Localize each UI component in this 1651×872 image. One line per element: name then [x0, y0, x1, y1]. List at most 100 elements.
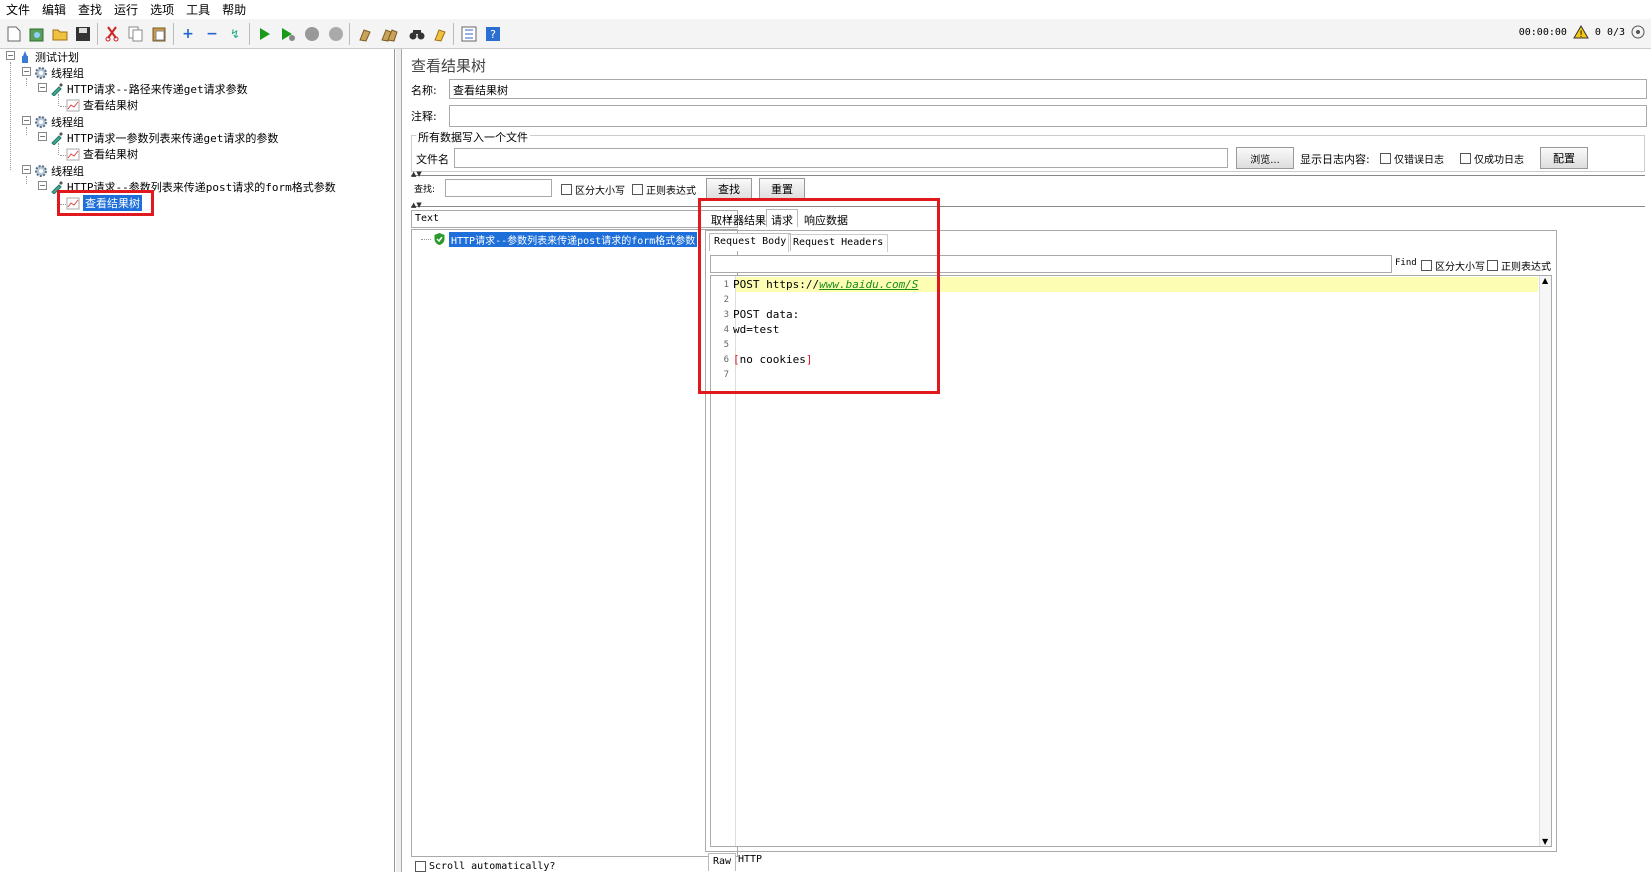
menu-tools[interactable]: 工具 — [180, 1, 216, 18]
results-list: HTTP请求--参数列表来传递post请求的form格式参数 — [411, 229, 738, 857]
gear-icon — [34, 164, 48, 178]
renderer-select[interactable]: Text ⌄ — [411, 210, 738, 228]
gear-icon — [34, 66, 48, 80]
menu-edit[interactable]: 编辑 — [36, 1, 72, 18]
tab-http[interactable]: HTTP — [734, 852, 766, 870]
file-name-label: 文件名 — [416, 153, 449, 166]
toolbar: + − ↯ ? 00:00:00 ! 0 0/3 — [0, 19, 1651, 49]
cut-icon[interactable] — [102, 24, 122, 44]
function-helper-icon[interactable] — [459, 24, 479, 44]
toggle-icon[interactable]: ↯ — [225, 24, 245, 44]
collapse-arrows-icon[interactable]: ▲▼ — [411, 170, 422, 178]
divider — [411, 175, 1645, 176]
new-file-icon[interactable] — [4, 24, 24, 44]
start-icon[interactable] — [255, 24, 275, 44]
remote-status-icon — [1631, 25, 1645, 39]
expand-toggle[interactable]: − — [6, 51, 15, 60]
find-label: Find — [1395, 258, 1417, 268]
menu-file[interactable]: 文件 — [0, 1, 36, 18]
find-button[interactable]: 查找 — [706, 178, 752, 200]
success-shield-icon — [432, 232, 446, 246]
chart-icon — [66, 147, 80, 161]
tab-raw[interactable]: Raw — [708, 853, 737, 871]
active-threads: 0/3 — [1606, 26, 1625, 38]
view-results-tree-panel: 查看结果树 名称: 查看结果树 注释: 所有数据写入一个文件 文件名 浏览...… — [402, 49, 1651, 872]
menu-run[interactable]: 运行 — [108, 1, 144, 18]
configure-button[interactable]: 配置 — [1540, 147, 1588, 169]
menu-help[interactable]: 帮助 — [216, 1, 252, 18]
stop-icon[interactable] — [302, 24, 322, 44]
start-no-pause-icon[interactable] — [278, 24, 298, 44]
errors-only-checkbox[interactable]: 仅错误日志 — [1380, 151, 1444, 166]
warning-count: 0 — [1594, 26, 1601, 38]
highlight-box — [698, 198, 940, 394]
svg-text:!: ! — [1579, 30, 1583, 39]
regex-checkbox[interactable]: 正则表达式 — [632, 182, 696, 197]
divider — [411, 206, 1645, 207]
file-name-field[interactable] — [454, 148, 1228, 168]
highlight-box — [57, 190, 154, 216]
tree-thread-group[interactable]: 线程组 — [34, 65, 84, 81]
tree-thread-group[interactable]: 线程组 — [34, 114, 84, 130]
tree-thread-group[interactable]: 线程组 — [34, 163, 84, 179]
name-field[interactable]: 查看结果树 — [449, 79, 1647, 99]
clear-icon[interactable] — [355, 24, 375, 44]
scroll-auto-checkbox[interactable]: Scroll automatically? — [415, 861, 555, 872]
search-label: 查找: — [414, 185, 436, 195]
status-area: 00:00:00 ! 0 0/3 — [1519, 25, 1645, 39]
tree-http-request[interactable]: HTTP请求--路径来传递get请求参数 — [50, 81, 248, 97]
save-icon[interactable] — [73, 24, 93, 44]
copy-icon[interactable] — [126, 24, 146, 44]
browse-button[interactable]: 浏览... — [1236, 147, 1294, 169]
paste-icon[interactable] — [149, 24, 169, 44]
case-sensitive-checkbox[interactable]: 区分大小写 — [561, 182, 625, 197]
expand-toggle[interactable]: − — [38, 132, 47, 141]
tree-http-request[interactable]: HTTP请求一参数列表来传递get请求的参数 — [50, 130, 278, 146]
log-content-label: 显示日志内容: — [1300, 153, 1370, 166]
template-icon[interactable] — [27, 24, 47, 44]
search-icon[interactable] — [407, 24, 427, 44]
test-plan-tree: − 测试计划 − 线程组 − HTTP请求--路径来传递get请求参数 查看结果… — [0, 49, 395, 872]
pipette-icon — [50, 131, 64, 145]
scroll-up-icon[interactable]: ▲ — [1542, 276, 1548, 285]
expand-toggle[interactable]: − — [22, 67, 31, 76]
result-sample-item[interactable]: HTTP请求--参数列表来传递post请求的form格式参数 — [432, 231, 698, 247]
search-input[interactable] — [445, 179, 552, 197]
expand-toggle[interactable]: − — [38, 181, 47, 190]
clear-all-icon[interactable] — [379, 24, 399, 44]
expand-icon[interactable]: + — [178, 24, 198, 44]
tree-result-listener[interactable]: 查看结果树 — [66, 146, 138, 162]
warning-icon[interactable]: ! — [1573, 25, 1589, 39]
comment-label: 注释: — [411, 110, 437, 123]
tree-result-listener[interactable]: 查看结果树 — [66, 97, 138, 113]
shutdown-icon[interactable] — [326, 24, 346, 44]
elapsed-timer: 00:00:00 — [1518, 26, 1567, 38]
collapse-icon[interactable]: − — [202, 24, 222, 44]
find-case-sensitive-checkbox[interactable]: 区分大小写 — [1421, 258, 1485, 273]
success-only-checkbox[interactable]: 仅成功日志 — [1460, 151, 1524, 166]
tree-test-plan[interactable]: 测试计划 — [18, 49, 79, 65]
menu-options[interactable]: 选项 — [144, 1, 180, 18]
name-label: 名称: — [411, 84, 437, 97]
collapse-arrows-icon[interactable]: ▲▼ — [411, 201, 422, 209]
reset-search-icon[interactable] — [430, 24, 450, 44]
file-group-title: 所有数据写入一个文件 — [416, 129, 530, 145]
expand-toggle[interactable]: − — [38, 83, 47, 92]
help-icon[interactable]: ? — [483, 24, 503, 44]
open-icon[interactable] — [50, 24, 70, 44]
find-regex-checkbox[interactable]: 正则表达式 — [1487, 258, 1551, 273]
chart-icon — [66, 98, 80, 112]
test-plan-icon — [18, 50, 32, 64]
expand-toggle[interactable]: − — [22, 116, 31, 125]
gear-icon — [34, 115, 48, 129]
comment-field[interactable] — [449, 105, 1647, 127]
vertical-scrollbar[interactable]: ▲ ▼ — [1539, 276, 1551, 846]
expand-toggle[interactable]: − — [22, 165, 31, 174]
menu-bar: 文件 编辑 查找 运行 选项 工具 帮助 — [0, 0, 1651, 19]
pipette-icon — [50, 82, 64, 96]
scroll-down-icon[interactable]: ▼ — [1542, 837, 1548, 846]
page-title: 查看结果树 — [411, 57, 487, 75]
menu-search[interactable]: 查找 — [72, 1, 108, 18]
reset-button[interactable]: 重置 — [759, 178, 805, 200]
svg-text:?: ? — [490, 28, 496, 41]
